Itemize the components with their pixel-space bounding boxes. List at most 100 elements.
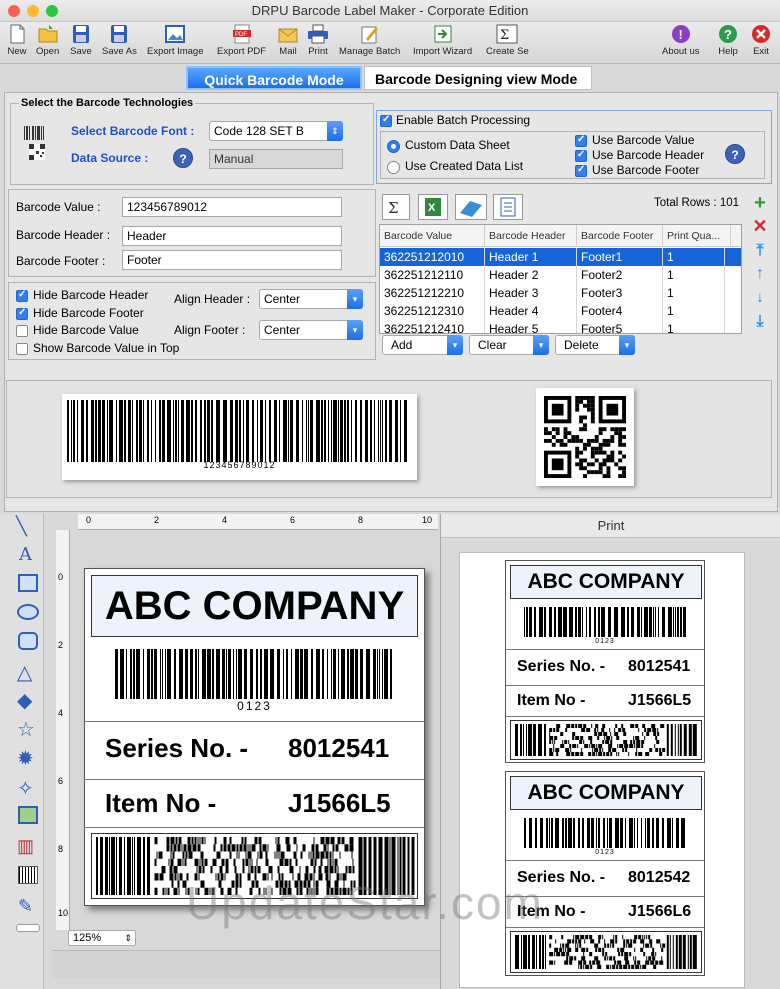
library-tool-icon[interactable]: ▥ xyxy=(17,836,34,857)
pdf417-module xyxy=(293,837,297,845)
move-up-icon[interactable]: ↑ xyxy=(751,265,769,283)
tab-quick-barcode-mode[interactable]: Quick Barcode Mode xyxy=(186,66,362,90)
move-down-icon[interactable]: ↓ xyxy=(751,289,769,307)
diamond-tool-icon[interactable]: ◆ xyxy=(17,688,32,713)
print-button[interactable]: Print xyxy=(307,24,329,57)
star-tool-icon[interactable]: ☆ xyxy=(17,717,35,742)
align-footer-select[interactable]: Center ▾ xyxy=(259,320,363,340)
import-wizard-button[interactable]: Import Wizard xyxy=(413,24,472,57)
batch-help-icon[interactable]: ? xyxy=(725,144,745,164)
close-window-button[interactable] xyxy=(8,5,20,17)
exit-button[interactable]: Exit xyxy=(750,24,772,57)
table-row[interactable]: 362251212310 Header 4 Footer4 1 xyxy=(380,302,741,320)
barcode-footer-input[interactable]: Footer xyxy=(122,250,342,270)
minimize-window-button[interactable] xyxy=(27,5,39,17)
clear-dropdown[interactable]: Clear ▾ xyxy=(469,335,549,355)
edit-list-button[interactable] xyxy=(493,194,523,220)
about-button[interactable]: ! About us xyxy=(662,24,700,57)
help-button[interactable]: ? Help xyxy=(717,24,739,57)
rectangle-tool-icon[interactable] xyxy=(18,574,38,592)
tab-barcode-designing-mode[interactable]: Barcode Designing view Mode xyxy=(364,66,592,90)
manage-batch-button[interactable]: Manage Batch xyxy=(339,24,400,57)
pdf417-module xyxy=(212,858,217,866)
ellipse-tool-icon[interactable] xyxy=(17,604,39,620)
barcode-font-select[interactable]: Code 128 SET B ⇕ xyxy=(209,121,343,141)
barcode-header-input[interactable]: Header xyxy=(122,226,342,246)
create-series-button[interactable]: Σ Create Se xyxy=(486,24,529,57)
line-tool-icon[interactable]: ╲ xyxy=(16,516,27,537)
column-header[interactable]: Barcode Header xyxy=(485,225,577,247)
created-data-list-radio[interactable] xyxy=(387,161,400,174)
column-header[interactable]: Barcode Footer xyxy=(577,225,663,247)
pdf417-module xyxy=(285,837,290,845)
use-barcode-header-checkbox[interactable] xyxy=(575,149,587,162)
pdf417-module xyxy=(96,837,98,895)
use-barcode-value-checkbox[interactable] xyxy=(575,134,587,147)
add-row-icon[interactable]: + xyxy=(751,193,769,213)
rounded-rectangle-tool-icon[interactable] xyxy=(18,632,38,650)
add-dropdown[interactable]: Add ▾ xyxy=(382,335,463,355)
hide-value-checkbox[interactable] xyxy=(16,325,28,337)
print-label[interactable]: ABC COMPANY 0123 Series No. - 8012542 It… xyxy=(505,771,705,976)
qr-module xyxy=(598,466,603,471)
export-data-button[interactable] xyxy=(455,194,487,220)
zoom-select[interactable]: 125% ⇕ xyxy=(68,930,136,946)
pdf417-module xyxy=(225,858,229,866)
signature-tool-icon[interactable]: ✎ xyxy=(18,896,33,917)
hide-header-checkbox[interactable] xyxy=(16,289,28,302)
barcode-value-input[interactable]: 123456789012 xyxy=(122,197,342,217)
formula-button[interactable]: Σ xyxy=(382,194,410,220)
hide-footer-checkbox[interactable] xyxy=(16,307,28,320)
barcode-tool-icon[interactable] xyxy=(18,866,38,884)
cross-star-tool-icon[interactable]: ✧ xyxy=(17,776,34,801)
save-as-button[interactable]: Save As xyxy=(102,24,137,57)
table-row[interactable]: 362251212010 Header 1 Footer1 1 xyxy=(380,248,741,266)
column-header[interactable]: Print Qua... xyxy=(663,225,731,247)
batch-data-grid[interactable]: Barcode Value Barcode Header Barcode Foo… xyxy=(379,224,742,334)
pdf417-module xyxy=(137,837,141,895)
pdf417-module xyxy=(572,732,576,736)
designer-label[interactable]: ABC COMPANY 0123 Series No. - 8012541 It… xyxy=(84,568,425,906)
print-item-label: Item No - xyxy=(517,692,586,709)
triangle-tool-icon[interactable]: △ xyxy=(17,660,32,685)
qr-module xyxy=(610,450,615,455)
designer-linear-barcode[interactable] xyxy=(115,649,395,699)
mail-button[interactable]: Mail xyxy=(277,24,299,57)
move-bottom-icon[interactable]: ⤓ xyxy=(751,313,769,331)
column-header[interactable]: Barcode Value xyxy=(380,225,485,247)
export-image-button[interactable]: Export Image xyxy=(147,24,204,57)
qr-module xyxy=(583,442,587,447)
move-top-icon[interactable]: ⤒ xyxy=(751,242,769,260)
burst-tool-icon[interactable]: ✹ xyxy=(17,746,34,771)
table-row[interactable]: 362251212210 Header 3 Footer3 1 xyxy=(380,284,741,302)
table-row[interactable]: 362251212410 Header 5 Footer5 1 xyxy=(380,320,741,333)
delete-dropdown[interactable]: Delete ▾ xyxy=(555,335,635,355)
tool-scroll-handle[interactable] xyxy=(16,924,40,932)
use-barcode-footer-checkbox[interactable] xyxy=(575,164,587,177)
delete-row-icon[interactable]: ✕ xyxy=(751,217,769,235)
company-banner[interactable]: ABC COMPANY xyxy=(91,575,418,637)
pdf417-module xyxy=(629,952,632,957)
pdf417-module xyxy=(692,724,697,756)
export-pdf-button[interactable]: PDF Export PDF xyxy=(217,24,266,57)
excel-import-button[interactable]: X xyxy=(418,194,448,220)
linear-barcode-preview: 123456789012 xyxy=(62,394,417,480)
data-source-help-icon[interactable]: ? xyxy=(173,148,193,168)
qr-module xyxy=(579,427,584,432)
text-tool-icon[interactable]: A xyxy=(19,544,32,565)
pdf417-module xyxy=(241,837,244,845)
show-value-top-checkbox[interactable] xyxy=(16,343,28,355)
qr-module xyxy=(575,446,580,451)
custom-data-sheet-radio[interactable] xyxy=(387,140,400,153)
table-row[interactable]: 362251212110 Header 2 Footer2 1 xyxy=(380,266,741,284)
align-header-select[interactable]: Center ▾ xyxy=(259,289,363,309)
print-label[interactable]: ABC COMPANY 0123 Series No. - 8012541 It… xyxy=(505,560,705,763)
open-button[interactable]: Open xyxy=(36,24,59,57)
enable-batch-checkbox[interactable] xyxy=(380,114,392,127)
zoom-window-button[interactable] xyxy=(46,5,58,17)
pdf417-module xyxy=(560,732,564,736)
new-button[interactable]: New xyxy=(6,24,28,57)
save-button[interactable]: Save xyxy=(70,24,92,57)
barcode-bar xyxy=(115,649,118,699)
image-tool-icon[interactable] xyxy=(18,806,38,824)
